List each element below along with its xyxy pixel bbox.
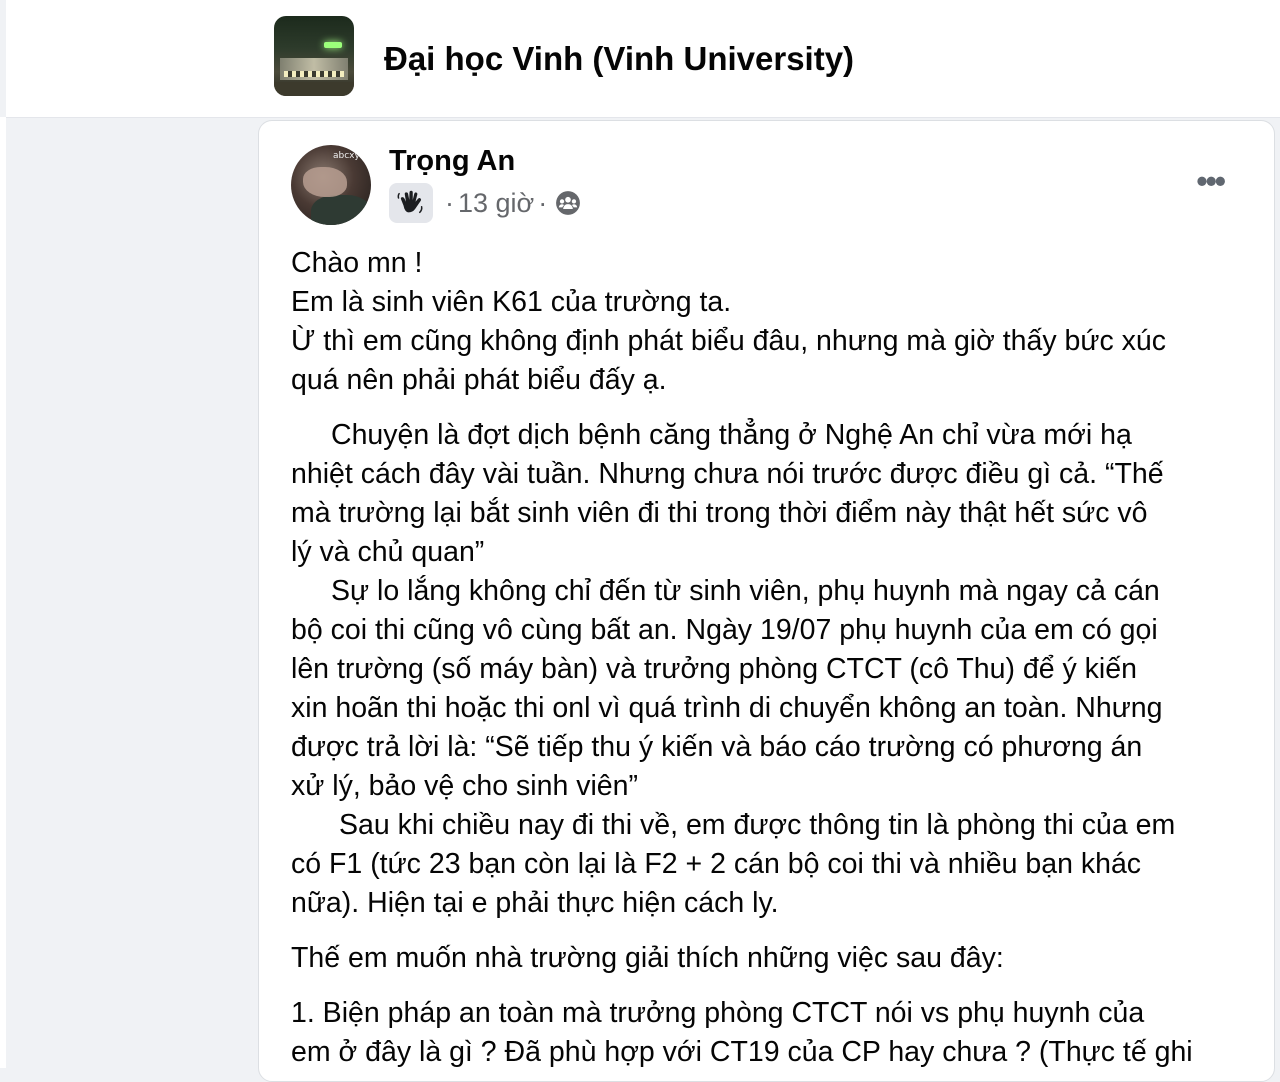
body-line: em ở đây là gì ? Đã phù hợp với CT19 của…	[291, 1036, 1193, 1068]
campus-ground	[274, 82, 354, 96]
post-card: abcxyz??? Trọng An · 13 giờ · •••	[258, 120, 1275, 1082]
post-meta: · 13 giờ ·	[389, 183, 581, 223]
meta-separator: ·	[445, 187, 454, 218]
body-line: nhiệt cách đây vài tuần. Nhưng chưa nói …	[291, 458, 1164, 490]
body-line: lên trường (số máy bàn) và trưởng phòng …	[291, 653, 1137, 685]
body-line: bộ coi thi cũng vô cùng bất an. Ngày 19/…	[291, 614, 1158, 646]
body-line: 1. Biện pháp an toàn mà trưởng phòng CTC…	[291, 997, 1145, 1029]
group-name[interactable]: Đại học Vinh (Vinh University)	[384, 40, 854, 78]
campus-windows	[284, 71, 344, 77]
avatar-overlay-text: abcxyz???	[333, 151, 371, 161]
meta-separator-2: ·	[538, 187, 548, 218]
waving-hand-icon[interactable]	[389, 183, 433, 223]
body-line: mà trường lại bắt sinh viên đi thi trong…	[291, 497, 1148, 529]
group-avatar[interactable]	[274, 16, 354, 96]
body-line: Chào mn !	[291, 247, 423, 279]
body-line: quá nên phải phát biểu đấy ạ.	[291, 364, 667, 396]
author-name[interactable]: Trọng An	[389, 145, 515, 178]
group-header: Đại học Vinh (Vinh University)	[6, 0, 1280, 118]
body-line: xử lý, bảo vệ cho sinh viên”	[291, 770, 638, 802]
body-line: có F1 (tức 23 bạn còn lại là F2 + 2 cán …	[291, 848, 1142, 880]
body-line: Chuyện là đợt dịch bệnh căng thẳng ở Ngh…	[331, 419, 1132, 451]
author-avatar[interactable]: abcxyz???	[291, 145, 371, 225]
more-options-button[interactable]: •••	[1196, 163, 1226, 200]
avatar-hand	[303, 167, 347, 197]
left-gutter	[0, 117, 6, 1068]
post-time[interactable]: 13 giờ	[458, 188, 534, 219]
post-body: Chào mn ! Em là sinh viên K61 của trường…	[291, 244, 1251, 1072]
body-line: nữa). Hiện tại e phải thực hiện cách ly.	[291, 887, 779, 919]
body-line: Sự lo lắng không chỉ đến từ sinh viên, p…	[331, 575, 1160, 607]
body-line: Ừ thì em cũng không định phát biểu đâu, …	[291, 325, 1166, 357]
campus-light	[324, 42, 342, 48]
avatar-shirt	[311, 195, 371, 225]
body-line: Thế em muốn nhà trường giải thích những …	[291, 942, 1004, 974]
body-line: lý và chủ quan”	[291, 536, 485, 568]
body-line: Em là sinh viên K61 của trường ta.	[291, 286, 732, 318]
body-line: xin hoãn thi hoặc thi onl vì quá trình d…	[291, 692, 1163, 724]
body-line: Sau khi chiều nay đi thi về, em được thô…	[339, 809, 1176, 841]
group-members-icon[interactable]	[555, 190, 581, 216]
body-line: được trả lời là: “Sẽ tiếp thu ý kiến và …	[291, 731, 1143, 763]
